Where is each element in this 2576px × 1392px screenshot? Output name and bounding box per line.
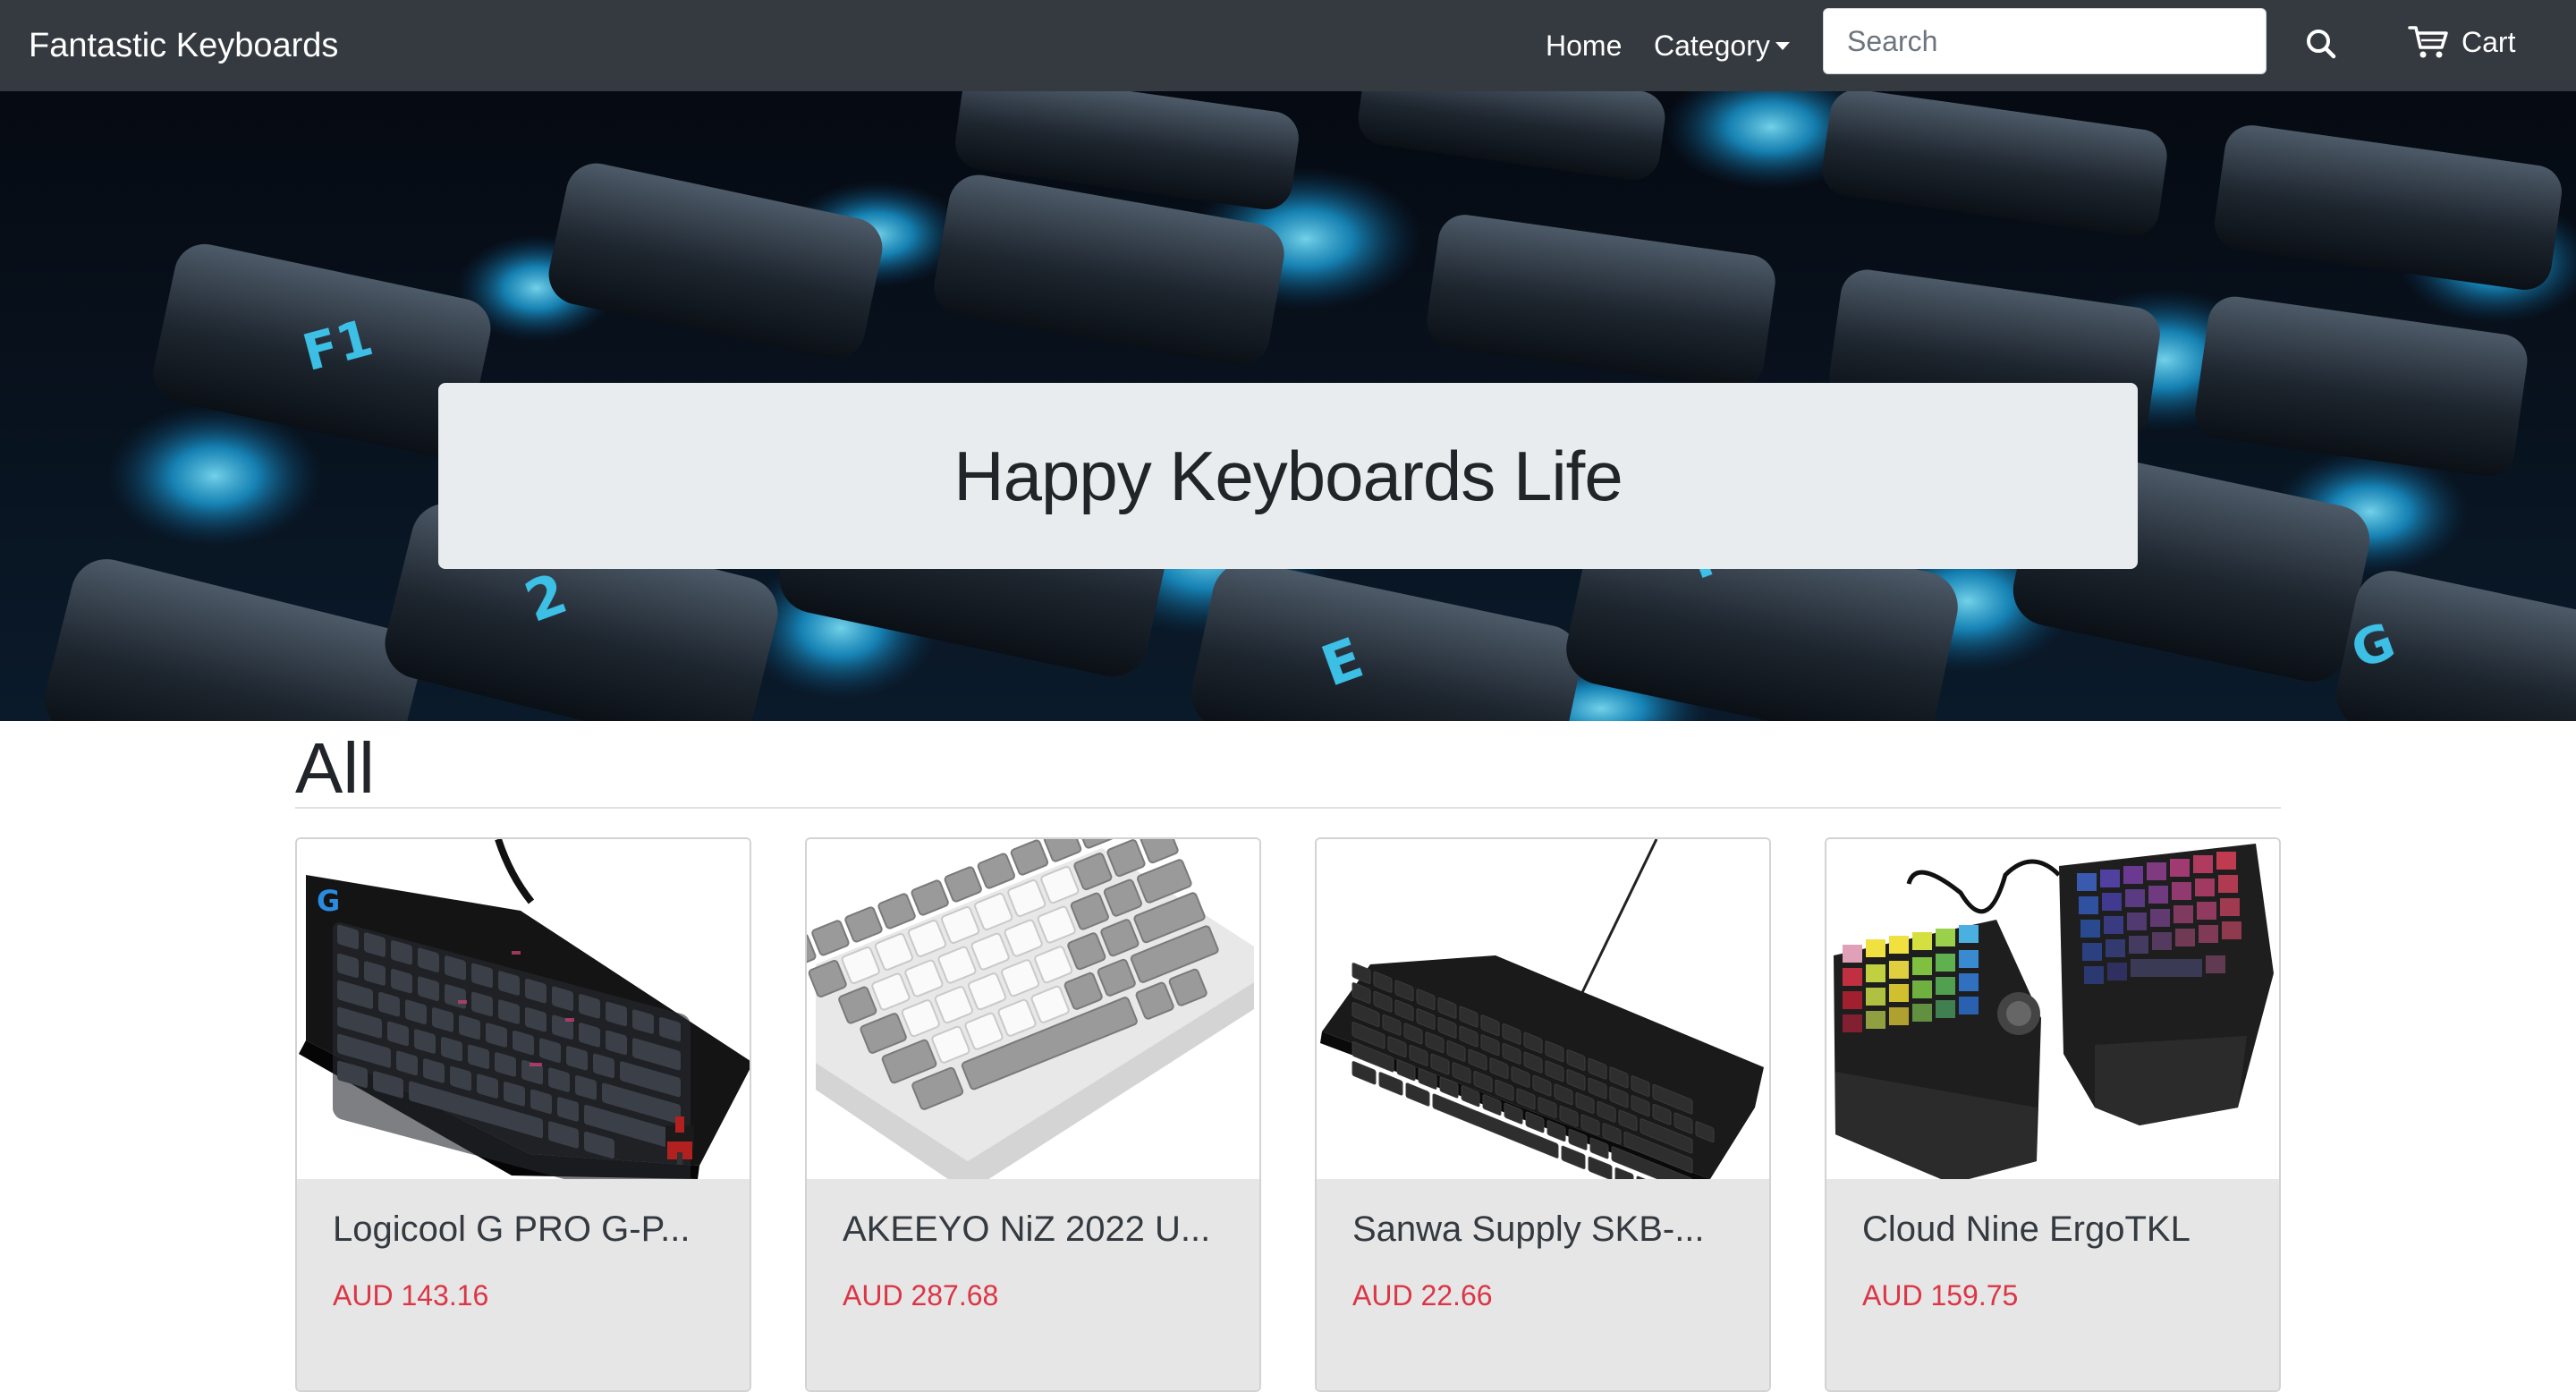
product-card[interactable]: Sanwa Supply SKB-... AUD 22.66 [1315, 837, 1771, 1392]
product-title[interactable]: AKEEYO NiZ 2022 U... [843, 1210, 1210, 1250]
search-button[interactable] [2299, 21, 2345, 68]
product-info: Sanwa Supply SKB-... AUD 22.66 [1317, 1179, 1769, 1390]
product-price: AUD 143.16 [333, 1279, 489, 1311]
hero-jumbotron: Happy Keyboards Life [438, 383, 2138, 569]
product-title[interactable]: Sanwa Supply SKB-... [1352, 1210, 1705, 1250]
svg-text:G: G [317, 884, 340, 918]
product-price: AUD 22.66 [1352, 1279, 1493, 1311]
section-title: All [295, 728, 375, 808]
nav-category-dropdown[interactable]: Category [1654, 23, 1790, 68]
caret-down-icon [1775, 42, 1790, 51]
cart-icon [2408, 26, 2448, 58]
product-price: AUD 287.68 [843, 1279, 999, 1311]
navbar: Fantastic Keyboards Home Category Cart [0, 0, 2576, 91]
search-icon [2307, 30, 2336, 59]
product-image [1317, 839, 1769, 1207]
cart-label: Cart [2462, 25, 2516, 58]
product-info: Cloud Nine ErgoTKL AUD 159.75 [1826, 1179, 2279, 1390]
cart-button[interactable]: Cart [2408, 20, 2515, 64]
brand-link[interactable]: Fantastic Keyboards [29, 21, 338, 70]
product-title[interactable]: Cloud Nine ErgoTKL [1862, 1210, 2190, 1250]
product-image [807, 839, 1259, 1193]
nav-home-link[interactable]: Home [1546, 23, 1622, 68]
hero-banner: F1 2 3 E R G Happy Keyboards Life [0, 91, 2576, 721]
product-info: Logicool G PRO G-P... AUD 143.16 [297, 1179, 750, 1390]
product-card[interactable]: G Logicool G PRO G-P... AUD 143.16 [295, 837, 751, 1392]
product-title[interactable]: Logicool G PRO G-P... [333, 1210, 690, 1250]
product-image [1826, 839, 2279, 1184]
product-card[interactable]: Cloud Nine ErgoTKL AUD 159.75 [1825, 837, 2281, 1392]
search-input[interactable] [1823, 8, 2267, 74]
product-card[interactable]: AKEEYO NiZ 2022 U... AUD 287.68 [805, 837, 1261, 1392]
nav-category-label: Category [1654, 30, 1770, 62]
hero-heading: Happy Keyboards Life [953, 436, 1623, 515]
product-info: AKEEYO NiZ 2022 U... AUD 287.68 [807, 1179, 1259, 1390]
product-price: AUD 159.75 [1862, 1279, 2019, 1311]
product-image: G [297, 839, 750, 1211]
section-divider [295, 807, 2281, 809]
